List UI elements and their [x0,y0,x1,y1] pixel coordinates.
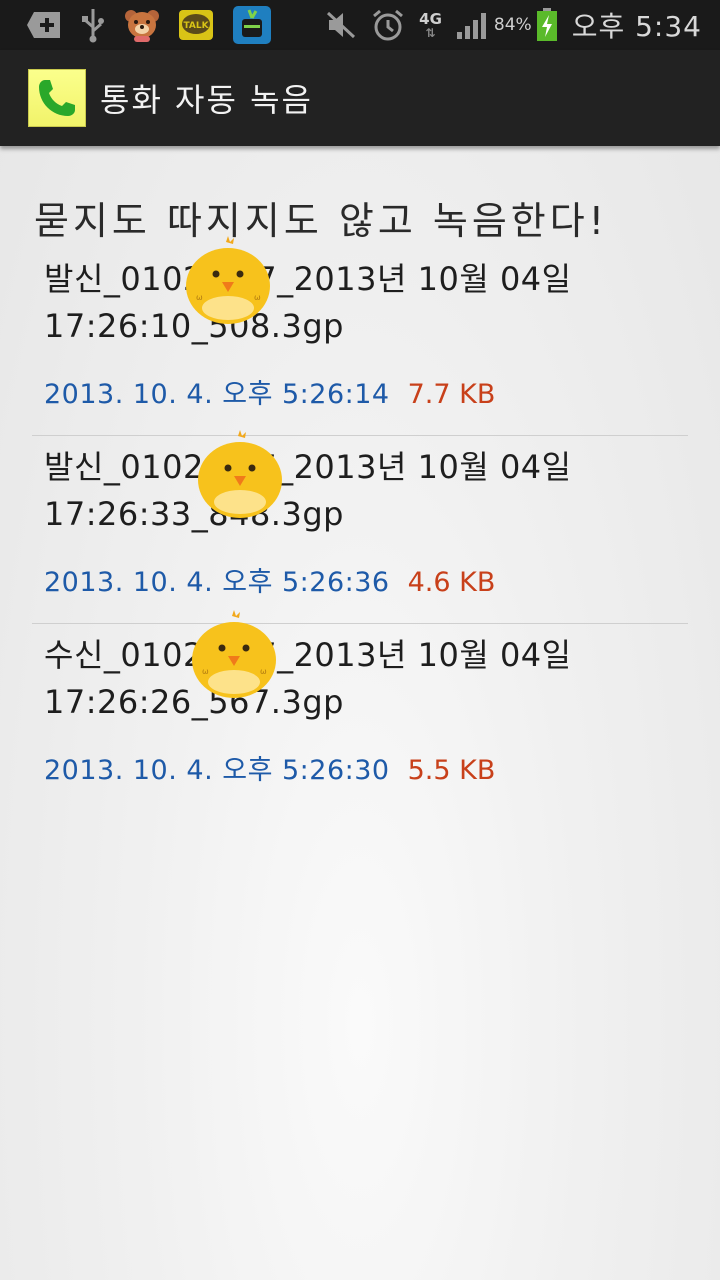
alarm-icon [371,8,405,42]
headline: 묻지도 따지지도 않고 녹음한다! [34,199,608,243]
battery-percent: 84% [493,15,532,35]
recording-meta: 2013. 10. 4. 오후 5:26:36 4.6 KB [44,560,495,599]
recording-size: 7.7 KB [407,379,496,410]
notification-icons: TALK [26,5,290,45]
recording-date: 2013. 10. 4. 오후 5:26:14 [44,379,390,410]
chick-sticker-icon: ω ω [192,610,276,698]
svg-text:ω: ω [196,293,203,302]
app-icon[interactable] [28,69,86,127]
data-arrows-icon: ⇅ [425,25,436,40]
recordings-list: 발신_0102 257_2013년 10월 04일 17:26:10_508.3… [32,236,688,812]
phone-icon [39,80,75,116]
svg-text:TALK: TALK [183,21,209,31]
system-icons: 4G ⇅ 84% 오후 5:34 [311,5,702,45]
recording-filename: 수신_0102 257_2013년 10월 04일 17:26:26_567.3… [44,636,572,721]
recording-filename: 발신_0102 257_2013년 10월 04일 17:26:10_508.3… [44,260,572,345]
battery-charging-icon [536,8,558,42]
recording-size: 4.6 KB [407,567,496,598]
usb-icon [80,7,106,43]
network-type-indicator: 4G ⇅ [419,9,442,40]
teddy-bear-icon [124,8,160,42]
recording-item[interactable]: 발신_0102 257_2013년 10월 04일 17:26:10_508.3… [32,236,688,436]
recording-meta: 2013. 10. 4. 오후 5:26:14 7.7 KB [44,372,495,411]
recording-item[interactable]: 발신_0102 257_2013년 10월 04일 17:26:33_848.3… [32,430,688,624]
status-clock: 오후 5:34 [571,10,702,43]
recording-item[interactable]: 수신_0102 257_2013년 10월 04일 17:26:26_567.3… [32,610,688,812]
app-title: 통화 자동 녹음 [100,81,313,119]
plus-icon [26,10,62,40]
chick-sticker-icon: ω ω [186,236,270,324]
kakaotalk-icon: TALK [178,9,214,41]
action-bar: 통화 자동 녹음 [0,50,720,146]
svg-text:ω: ω [260,667,267,676]
recording-date: 2013. 10. 4. 오후 5:26:36 [44,567,390,598]
recording-meta: 2013. 10. 4. 오후 5:26:30 5.5 KB [44,748,495,787]
recording-size: 5.5 KB [407,755,496,786]
status-bar: TALK 4G ⇅ 84% 오후 5:34 [0,0,720,50]
mute-icon [325,10,357,40]
recording-filename: 발신_0102 257_2013년 10월 04일 17:26:33_848.3… [44,448,572,533]
signal-strength-icon [456,10,490,40]
drink-app-icon [232,5,272,45]
svg-text:ω: ω [202,667,209,676]
recording-date: 2013. 10. 4. 오후 5:26:30 [44,755,390,786]
chick-sticker-icon [198,430,282,518]
svg-text:ω: ω [254,293,261,302]
